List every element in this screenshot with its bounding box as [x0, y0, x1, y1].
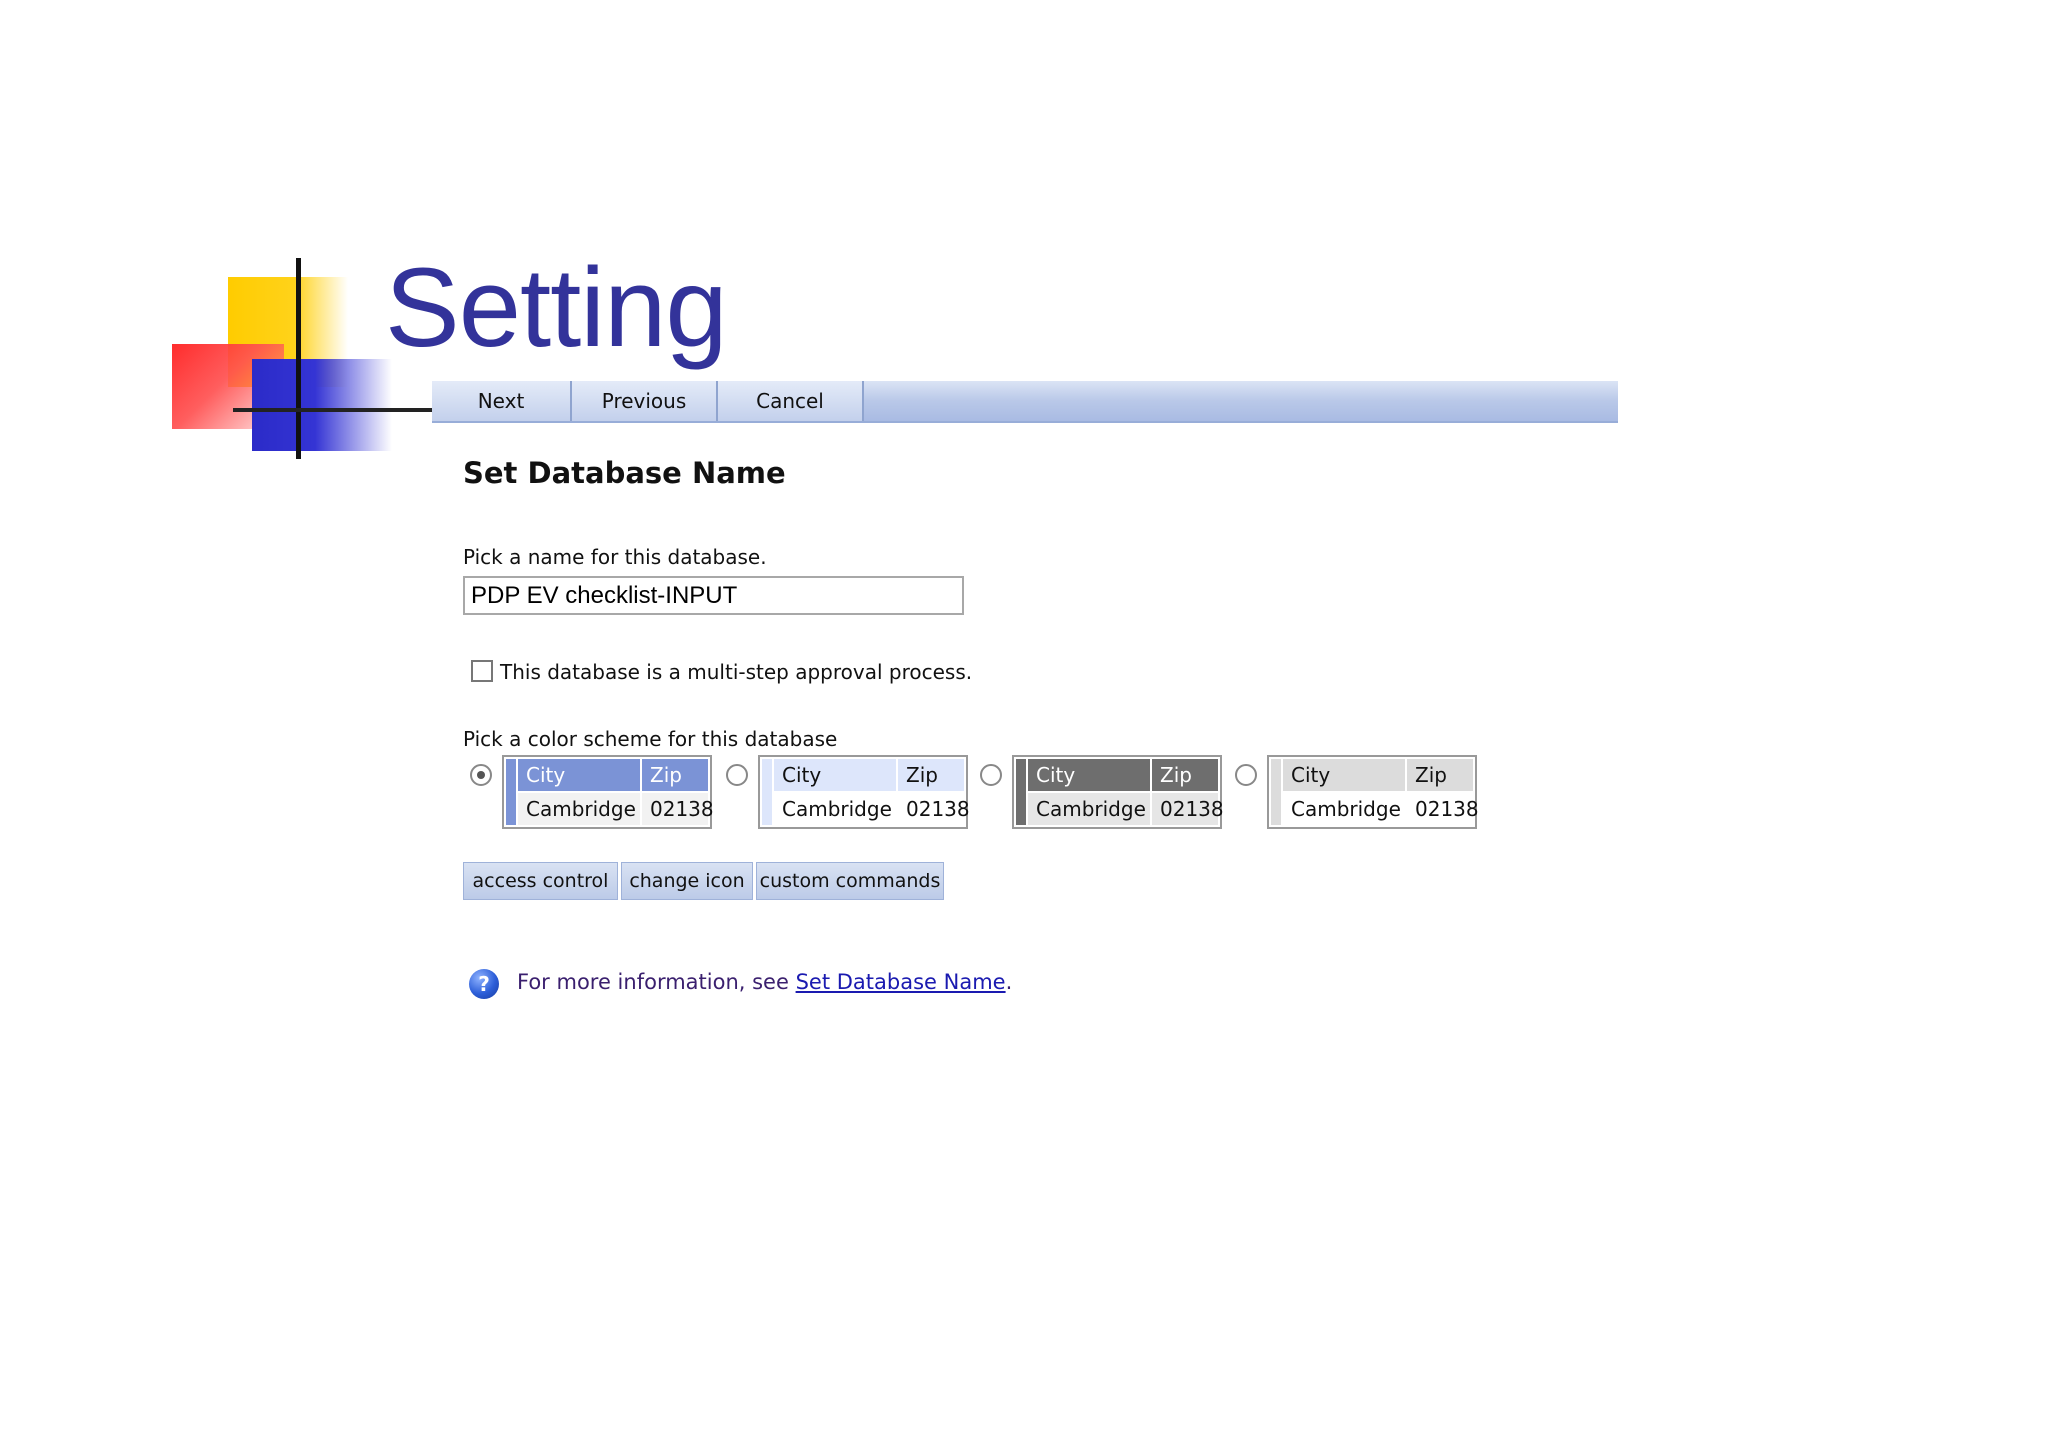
- scheme-bar: [1016, 759, 1026, 825]
- decor-horizontal-line: [233, 408, 433, 412]
- custom-commands-button[interactable]: custom commands: [756, 862, 944, 900]
- change-icon-button[interactable]: change icon: [621, 862, 753, 900]
- scheme-body-city: Cambridge: [518, 793, 640, 825]
- scheme-header-zip: Zip: [1407, 759, 1473, 791]
- help-prefix: For more information, see: [517, 970, 796, 994]
- color-scheme-radio-2[interactable]: [726, 764, 748, 786]
- set-database-name-link[interactable]: Set Database Name: [796, 970, 1006, 994]
- previous-button[interactable]: Previous: [572, 381, 718, 421]
- access-control-button[interactable]: access control: [463, 862, 618, 900]
- help-text: For more information, see Set Database N…: [517, 970, 1012, 994]
- scheme-bar: [506, 759, 516, 825]
- scheme-header-city: City: [1283, 759, 1405, 791]
- scheme-body-zip: 02138: [1152, 793, 1224, 825]
- scheme-bar: [762, 759, 772, 825]
- color-scheme-radio-1[interactable]: [470, 764, 492, 786]
- color-scheme-label: Pick a color scheme for this database: [463, 727, 838, 751]
- name-prompt-label: Pick a name for this database.: [463, 545, 767, 569]
- scheme-body-city: Cambridge: [1028, 793, 1150, 825]
- cancel-button[interactable]: Cancel: [718, 381, 864, 421]
- wizard-toolbar: Next Previous Cancel: [432, 381, 1618, 423]
- color-scheme-radio-3[interactable]: [980, 764, 1002, 786]
- multistep-checkbox[interactable]: [471, 660, 493, 682]
- scheme-body-zip: 02138: [1407, 793, 1479, 825]
- scheme-body-zip: 02138: [898, 793, 970, 825]
- decor-blue-square: [252, 359, 392, 451]
- scheme-header-city: City: [1028, 759, 1150, 791]
- page-heading: Set Database Name: [463, 456, 786, 490]
- scheme-body-city: Cambridge: [774, 793, 896, 825]
- scheme-body-zip: 02138: [642, 793, 714, 825]
- color-scheme-sample-4[interactable]: City Zip Cambridge 02138: [1267, 755, 1479, 829]
- help-question-icon: ?: [469, 969, 499, 999]
- multistep-label: This database is a multi-step approval p…: [500, 660, 973, 684]
- color-scheme-sample-3[interactable]: City Zip Cambridge 02138: [1012, 755, 1224, 829]
- options-button-row: access control change icon custom comman…: [463, 862, 947, 900]
- scheme-bar: [1271, 759, 1281, 825]
- database-name-input[interactable]: [463, 576, 964, 615]
- decor-vertical-line: [296, 258, 301, 459]
- next-button[interactable]: Next: [432, 381, 572, 421]
- scheme-header-city: City: [518, 759, 640, 791]
- scheme-header-zip: Zip: [1152, 759, 1218, 791]
- scheme-header-zip: Zip: [642, 759, 708, 791]
- help-suffix: .: [1005, 970, 1013, 994]
- scheme-body-city: Cambridge: [1283, 793, 1405, 825]
- color-scheme-radio-4[interactable]: [1235, 764, 1257, 786]
- scheme-header-zip: Zip: [898, 759, 964, 791]
- color-scheme-sample-1[interactable]: City Zip Cambridge 02138: [502, 755, 714, 829]
- slide-title: Setting: [385, 245, 728, 370]
- scheme-header-city: City: [774, 759, 896, 791]
- color-scheme-sample-2[interactable]: City Zip Cambridge 02138: [758, 755, 970, 829]
